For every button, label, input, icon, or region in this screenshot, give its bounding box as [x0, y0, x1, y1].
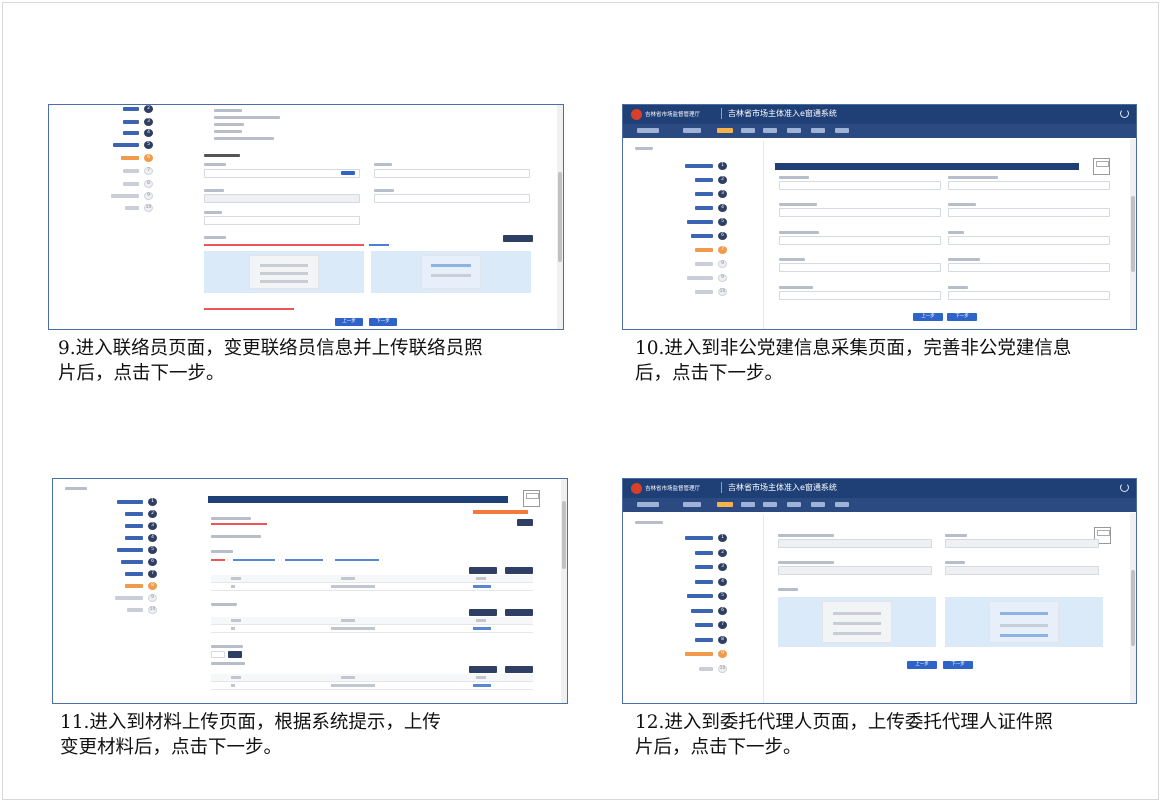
- scrollbar[interactable]: [557, 105, 563, 329]
- caption-step10: 10.进入到非公党建信息采集页面，完善非公党建信息 后，点击下一步。: [635, 338, 1072, 384]
- caption-step9: 9.进入联络员页面，变更联络员信息并上传联络员照 片后，点击下一步。: [58, 338, 483, 384]
- screenshot-step9: 2 3 4 5 6 7 8 9 10 上一步 下一步: [48, 104, 564, 330]
- scrollbar[interactable]: [1130, 139, 1136, 329]
- system-name: 吉林省市场主体准入e窗通系统: [721, 108, 837, 119]
- top-nav: [623, 498, 1136, 512]
- upload-photo-back[interactable]: [371, 251, 531, 293]
- next-button[interactable]: 下一步: [369, 318, 397, 326]
- sidebar-item: 7: [109, 167, 153, 175]
- sidebar-item-current: 6: [109, 154, 153, 162]
- prev-button[interactable]: 上一步: [913, 313, 943, 321]
- upload-photo-back[interactable]: [945, 597, 1103, 647]
- sidebar-item: 5: [99, 141, 153, 149]
- upload-photo-front[interactable]: [778, 597, 936, 647]
- scrollbar[interactable]: [561, 479, 567, 703]
- sidebar-item: 2: [109, 105, 153, 113]
- app-header: 吉林省市场监督管理厅 吉林省市场主体准入e窗通系统: [623, 105, 1136, 124]
- screenshot-step11: 1 2 3 4 5 6 7 8 9 10: [52, 478, 568, 704]
- sidebar-item: 8: [109, 180, 153, 188]
- app-header: 吉林省市场监督管理厅 吉林省市场主体准入e窗通系统: [623, 479, 1136, 498]
- org-name: 吉林省市场监督管理厅: [645, 112, 701, 118]
- org-name: 吉林省市场监督管理厅: [645, 486, 701, 492]
- power-icon[interactable]: [1120, 109, 1129, 118]
- screenshot-step10: 吉林省市场监督管理厅 吉林省市场主体准入e窗通系统 1 2 3 4 5 6 7 …: [622, 104, 1137, 330]
- sidebar-item: 4: [109, 129, 153, 137]
- upload-photo-front[interactable]: [204, 251, 364, 293]
- caption-step12: 12.进入到委托代理人页面，上传委托代理人证件照 片后，点击下一步。: [635, 712, 1053, 758]
- top-nav: [623, 124, 1136, 138]
- screenshot-step12: 吉林省市场监督管理厅 吉林省市场主体准入e窗通系统 1 2 3 4 5 6 7 …: [622, 478, 1137, 704]
- prev-button[interactable]: 上一步: [335, 318, 363, 326]
- emblem-icon: [631, 109, 642, 120]
- prev-button[interactable]: 上一步: [907, 661, 937, 669]
- power-icon[interactable]: [1120, 483, 1129, 492]
- sidebar-item: 9: [99, 192, 153, 200]
- sidebar-item: 10: [109, 204, 153, 212]
- caption-step11: 11.进入到材料上传页面，根据系统提示，上传 变更材料后，点击下一步。: [60, 712, 441, 758]
- sidebar-item: 3: [109, 118, 153, 126]
- system-name: 吉林省市场主体准入e窗通系统: [721, 482, 837, 493]
- emblem-icon: [631, 483, 642, 494]
- scrollbar[interactable]: [1130, 513, 1136, 703]
- next-button[interactable]: 下一步: [947, 313, 977, 321]
- next-button[interactable]: 下一步: [943, 661, 973, 669]
